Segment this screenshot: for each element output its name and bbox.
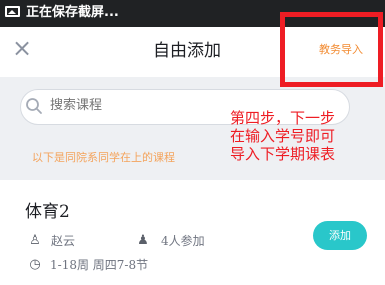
classmates-hint: 以下是同院系同学在上的课程 bbox=[32, 151, 175, 164]
search-icon bbox=[26, 98, 42, 114]
step-annotation: 第四步，下一步 在输入学号即可 导入下学期课表 bbox=[230, 109, 336, 163]
teacher-icon: ♙ bbox=[29, 233, 41, 248]
course-schedule: 1-18周 周四7-8节 bbox=[50, 258, 149, 272]
image-icon bbox=[5, 6, 20, 17]
clock-icon: ◷ bbox=[29, 257, 41, 272]
search-input[interactable] bbox=[50, 96, 200, 116]
participants-icon: ♟ bbox=[137, 233, 149, 248]
status-text: 正在保存截屏... bbox=[26, 5, 119, 20]
highlight-box bbox=[280, 12, 383, 87]
teacher-name: 赵云 bbox=[51, 234, 76, 248]
participant-count: 4人参加 bbox=[161, 234, 205, 248]
page-title: 自由添加 bbox=[153, 41, 221, 61]
course-name: 体育2 bbox=[25, 202, 70, 222]
close-icon[interactable]: × bbox=[10, 36, 34, 60]
add-button[interactable]: 添加 bbox=[313, 221, 367, 250]
